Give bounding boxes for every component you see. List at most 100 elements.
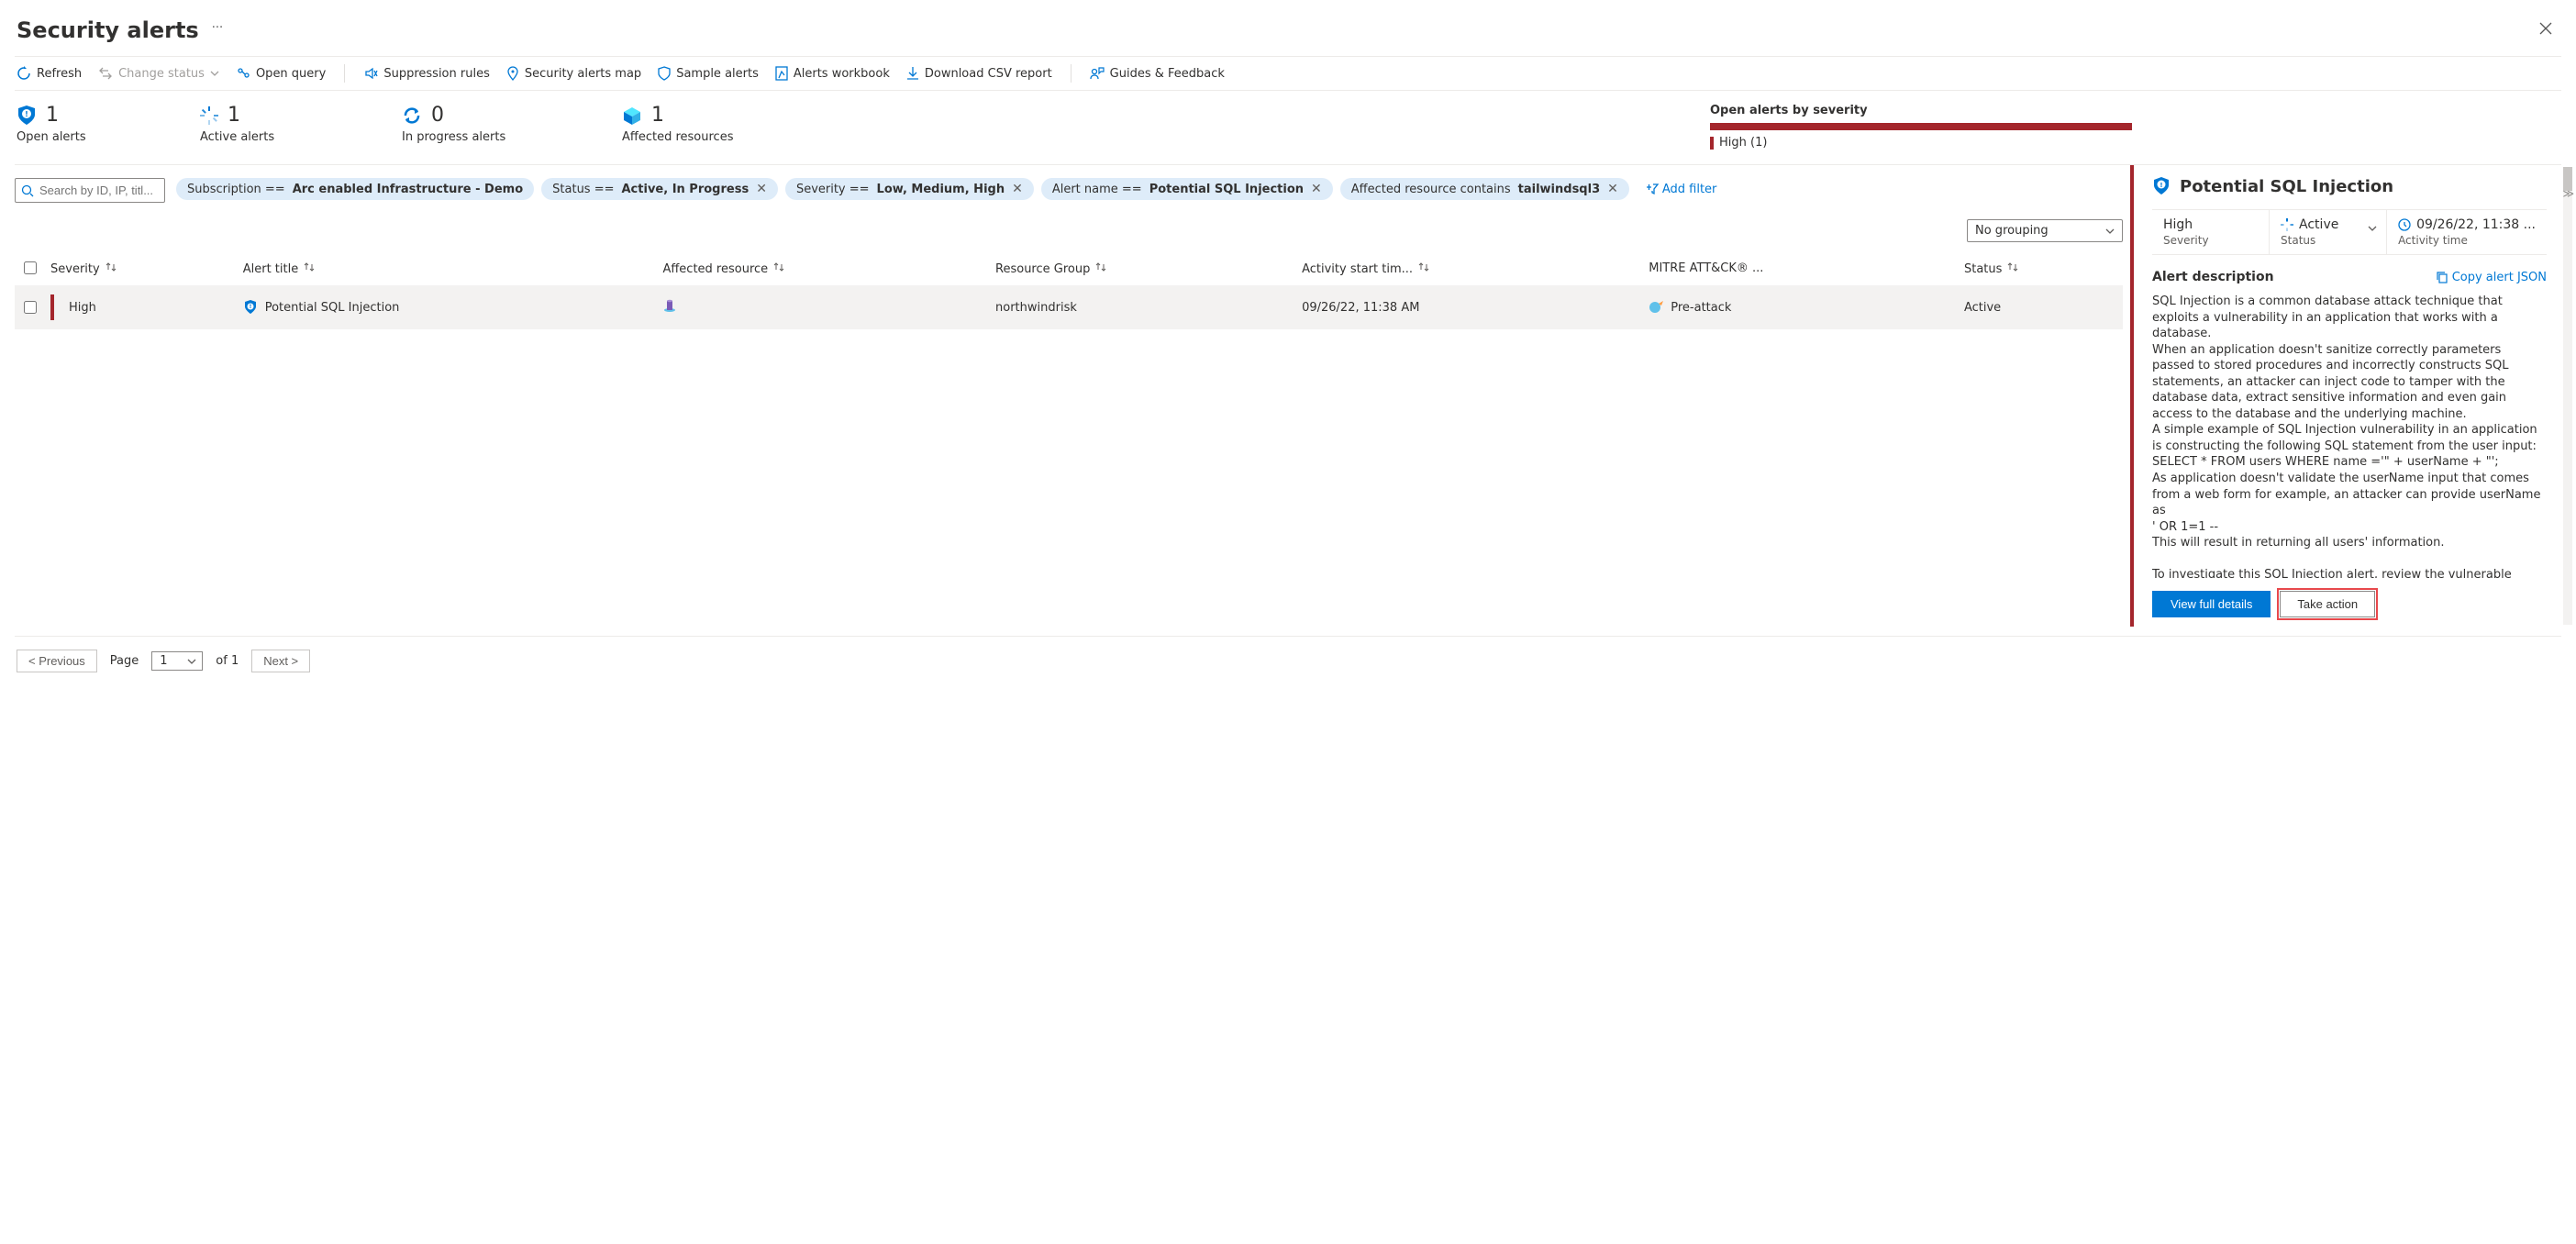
change-status-icon [98, 67, 113, 80]
suppression-label: Suppression rules [383, 67, 490, 81]
download-csv-button[interactable]: Download CSV report [906, 66, 1052, 81]
filter-chip-alert-name[interactable]: Alert name == Potential SQL Injection ✕ [1041, 178, 1333, 200]
close-icon[interactable] [2532, 17, 2559, 43]
filter-icon [1646, 183, 1659, 194]
row-checkbox[interactable] [24, 301, 37, 314]
query-icon [236, 66, 250, 81]
shield-alert-icon: ! [243, 299, 258, 316]
sort-icon [304, 261, 315, 272]
page-label: Page [110, 654, 139, 668]
sql-resource-icon [662, 297, 677, 314]
cycle-icon [402, 106, 422, 125]
page-number-select[interactable]: 1 [151, 651, 203, 671]
workbook-label: Alerts workbook [794, 67, 890, 81]
chip-val: Active, In Progress [622, 183, 749, 196]
col-severity[interactable]: Severity [45, 251, 238, 285]
grouping-dropdown[interactable]: No grouping [1967, 219, 2123, 242]
severity-high-legend: High (1) [1719, 136, 1767, 150]
open-alerts-tile[interactable]: ! 1 Open alerts [17, 104, 182, 150]
col-title[interactable]: Alert title [238, 251, 658, 285]
col-mitre[interactable]: MITRE ATT&CK® ... [1643, 251, 1959, 285]
spinner-icon [200, 106, 218, 125]
meta-status[interactable]: Active Status [2269, 210, 2386, 254]
alert-description: SQL Injection is a common database attac… [2152, 294, 2547, 578]
row-mitre: Pre-attack [1671, 301, 1731, 315]
table-row[interactable]: High ! Potential SQL Injection [15, 285, 2123, 329]
alerts-table: Severity Alert title Affected resource R… [15, 251, 2123, 329]
alerts-map-label: Security alerts map [525, 67, 641, 81]
page-total: of 1 [216, 654, 239, 668]
copy-icon [2436, 271, 2448, 283]
refresh-label: Refresh [37, 67, 82, 81]
affected-label: Affected resources [622, 130, 824, 144]
refresh-button[interactable]: Refresh [17, 66, 82, 81]
active-alerts-tile[interactable]: 1 Active alerts [200, 104, 383, 150]
view-full-details-button[interactable]: View full details [2152, 591, 2271, 617]
chip-key: Severity == [796, 183, 870, 196]
detail-scrollbar[interactable] [2563, 167, 2572, 625]
alerts-map-button[interactable]: Security alerts map [506, 66, 641, 81]
suppression-rules-button[interactable]: Suppression rules [363, 66, 490, 81]
pane-title: Potential SQL Injection [2180, 177, 2393, 196]
row-rg: northwindrisk [995, 301, 1077, 315]
previous-page-button[interactable]: < Previous [17, 650, 97, 672]
select-all-checkbox[interactable] [24, 261, 37, 274]
affected-resources-tile[interactable]: 1 Affected resources [622, 104, 824, 150]
chip-key: Status == [552, 183, 614, 196]
meta-time: 09/26/22, 11:38 ... Activity time [2386, 210, 2547, 254]
col-resource[interactable]: Affected resource [657, 251, 990, 285]
meta-severity-label: Severity [2163, 234, 2258, 247]
mitre-icon [1649, 300, 1665, 315]
add-filter-button[interactable]: Add filter [1637, 178, 1727, 200]
severity-high-icon [50, 294, 54, 320]
filter-chip-severity[interactable]: Severity == Low, Medium, High ✕ [785, 178, 1034, 200]
open-alerts-value: 1 [46, 104, 59, 127]
col-status[interactable]: Status [1959, 251, 2123, 285]
in-progress-tile[interactable]: 0 In progress alerts [402, 104, 604, 150]
chip-remove-icon[interactable]: ✕ [1607, 182, 1618, 196]
row-title: Potential SQL Injection [265, 301, 400, 315]
alerts-workbook-button[interactable]: Alerts workbook [775, 66, 890, 81]
search-field[interactable] [38, 183, 159, 198]
in-progress-value: 0 [431, 104, 444, 127]
more-icon[interactable]: ··· [212, 21, 223, 35]
col-rg[interactable]: Resource Group [990, 251, 1296, 285]
col-activity[interactable]: Activity start tim... [1296, 251, 1643, 285]
chevron-down-icon [210, 71, 219, 76]
paging-footer: < Previous Page 1 of 1 Next > [15, 636, 2561, 678]
next-page-button[interactable]: Next > [251, 650, 310, 672]
filter-chip-status[interactable]: Status == Active, In Progress ✕ [541, 178, 778, 200]
meta-time-value: 09/26/22, 11:38 ... [2416, 217, 2536, 232]
row-status: Active [1964, 301, 2001, 315]
take-action-button[interactable]: Take action [2280, 591, 2375, 617]
sample-alerts-button[interactable]: Sample alerts [658, 66, 759, 81]
chip-remove-icon[interactable]: ✕ [756, 182, 767, 196]
sample-alerts-label: Sample alerts [676, 67, 759, 81]
chevron-down-icon[interactable] [2368, 221, 2377, 235]
clock-icon [2398, 218, 2411, 231]
search-input[interactable] [15, 178, 165, 203]
chip-val: tailwindsql3 [1518, 183, 1600, 196]
severity-title: Open alerts by severity [1710, 104, 2559, 117]
change-status-label: Change status [118, 67, 205, 81]
filter-chip-resource[interactable]: Affected resource contains tailwindsql3 … [1340, 178, 1629, 200]
filter-chip-subscription[interactable]: Subscription == Arc enabled Infrastructu… [176, 178, 534, 200]
map-pin-icon [506, 66, 519, 81]
copy-json-button[interactable]: Copy alert JSON [2436, 271, 2547, 284]
shield-icon [658, 66, 671, 81]
download-label: Download CSV report [925, 67, 1052, 81]
chip-val: Arc enabled Infrastructure - Demo [293, 183, 523, 196]
open-query-button[interactable]: Open query [236, 66, 326, 81]
in-progress-label: In progress alerts [402, 130, 604, 144]
shield-alert-icon: ! [17, 105, 37, 127]
chip-remove-icon[interactable]: ✕ [1311, 182, 1322, 196]
guides-button[interactable]: Guides & Feedback [1090, 66, 1225, 81]
meta-status-label: Status [2281, 234, 2375, 247]
expand-pane-icon[interactable]: ≫ [2562, 187, 2574, 200]
sort-icon [2007, 261, 2018, 272]
chip-remove-icon[interactable]: ✕ [1012, 182, 1023, 196]
active-alerts-value: 1 [228, 104, 240, 127]
row-severity: High [69, 301, 96, 315]
search-icon [21, 184, 34, 197]
guides-label: Guides & Feedback [1110, 67, 1225, 81]
